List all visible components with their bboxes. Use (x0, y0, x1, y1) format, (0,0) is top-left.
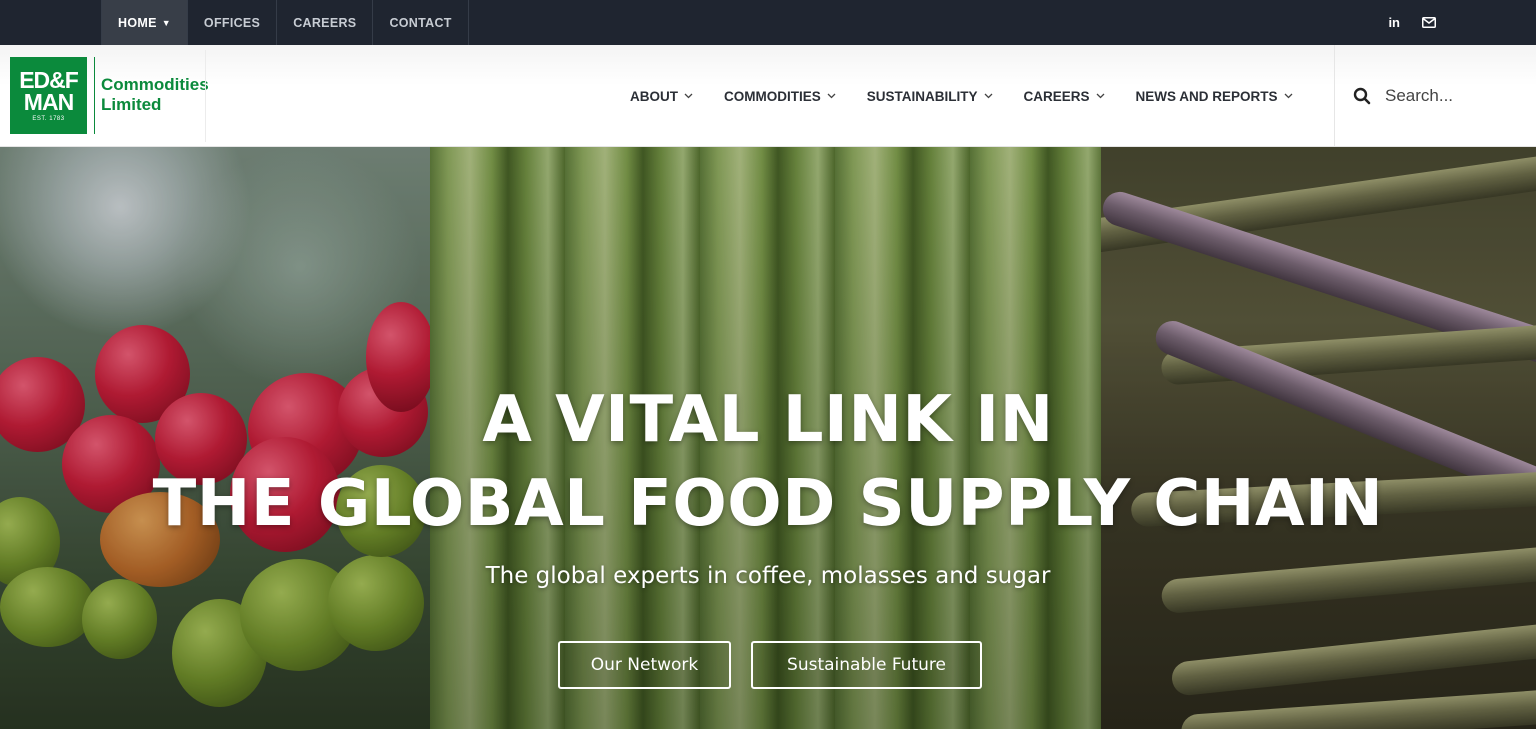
hero-title-line1: A VITAL LINK IN (482, 383, 1054, 457)
search-icon[interactable] (1353, 87, 1371, 105)
nav-careers[interactable]: CAREERS (1024, 89, 1105, 104)
site-header: ED&F MAN EST. 1783 Commodities Limited A… (0, 45, 1536, 147)
envelope-svg (1422, 17, 1436, 28)
chevron-down-icon: ▼ (161, 17, 171, 28)
hero-banner: A VITAL LINK IN THE GLOBAL FOOD SUPPLY C… (0, 147, 1536, 729)
nav-news-label: NEWS AND REPORTS (1135, 88, 1278, 104)
logo-established: EST. 1783 (32, 116, 65, 122)
logo-name-line2: Limited (101, 95, 162, 114)
sustainable-future-button[interactable]: Sustainable Future (751, 641, 982, 689)
logo-name-line1: Commodities (101, 75, 209, 94)
nav-commodities[interactable]: COMMODITIES (724, 89, 836, 104)
top-nav-offices[interactable]: OFFICES (188, 0, 278, 45)
nav-news-and-reports[interactable]: NEWS AND REPORTS (1136, 89, 1293, 104)
top-nav-careers-label: CAREERS (293, 15, 357, 30)
search-input[interactable] (1385, 83, 1525, 109)
main-nav: ABOUT COMMODITIES SUSTAINABILITY CAREERS… (630, 45, 1324, 147)
social-links: in (1388, 0, 1436, 45)
logo-mark[interactable]: ED&F MAN EST. 1783 (10, 57, 87, 134)
hero-title-line2: THE GLOBAL FOOD SUPPLY CHAIN (152, 467, 1384, 541)
logo-company-name[interactable]: Commodities Limited (101, 75, 209, 115)
header-separator (205, 50, 206, 142)
top-nav-contact[interactable]: CONTACT (373, 0, 469, 45)
chevron-down-icon (684, 91, 693, 101)
logo-line2: MAN (23, 89, 74, 115)
linkedin-icon[interactable]: in (1388, 15, 1400, 30)
chevron-down-icon (984, 91, 993, 101)
chevron-down-icon (1284, 91, 1293, 101)
top-nav-contact-label: CONTACT (389, 15, 452, 30)
chevron-down-icon (1096, 91, 1105, 101)
chevron-down-icon (827, 91, 836, 101)
email-icon[interactable] (1422, 17, 1436, 28)
nav-sustainability-label: SUSTAINABILITY (866, 88, 978, 104)
logo-line1: ED&F (19, 67, 79, 93)
top-nav: HOME ▼ OFFICES CAREERS CONTACT (101, 0, 469, 45)
top-nav-home-label: HOME (118, 15, 157, 30)
top-utility-bar: HOME ▼ OFFICES CAREERS CONTACT in (0, 0, 1536, 45)
hero-subtitle: The global experts in coffee, molasses a… (485, 563, 1051, 589)
nav-about[interactable]: ABOUT (630, 89, 693, 104)
nav-careers-label: CAREERS (1023, 88, 1090, 104)
logo-divider (94, 57, 95, 134)
top-nav-offices-label: OFFICES (203, 15, 261, 30)
nav-sustainability[interactable]: SUSTAINABILITY (867, 89, 993, 104)
our-network-button[interactable]: Our Network (558, 641, 731, 689)
nav-commodities-label: COMMODITIES (724, 88, 821, 104)
nav-about-label: ABOUT (630, 88, 678, 104)
search-area (1334, 45, 1536, 147)
top-nav-careers[interactable]: CAREERS (277, 0, 374, 45)
top-nav-home[interactable]: HOME ▼ (101, 0, 188, 45)
